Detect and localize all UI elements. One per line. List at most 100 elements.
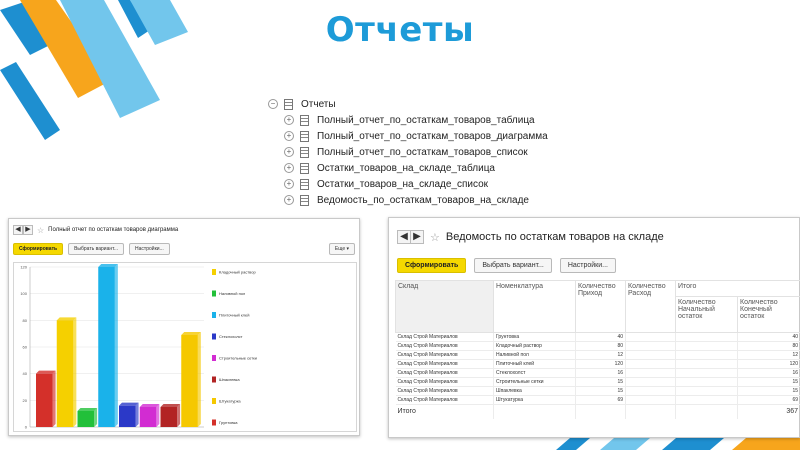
chart-report-window: ◀ ▶ ☆ Полный отчет по остаткам товаров д… (8, 218, 360, 436)
table-row[interactable]: Склад Строй Материалов Плиточный клей 120 1… (395, 359, 800, 369)
bar-side (94, 408, 98, 427)
warehouse-cell: Склад Строй Материалов (395, 341, 494, 351)
favorite-star-icon[interactable]: ☆ (430, 231, 440, 244)
table-row[interactable]: Склад Строй Материалов Стеклохолст 16 16 (395, 368, 800, 378)
statement-report-window: ◀ ▶ ☆ Ведомость по остаткам товаров на с… (388, 217, 800, 438)
expense-cell (625, 350, 676, 360)
back-arrow-icon[interactable]: ◀ (13, 225, 23, 235)
expense-cell (625, 341, 676, 351)
end-balance-cell: 69 (737, 395, 800, 405)
bar-top (119, 402, 139, 406)
window-header: ◀ ▶ ☆ Ведомость по остаткам товаров на с… (389, 218, 799, 256)
forward-arrow-icon[interactable]: ▶ (410, 230, 424, 244)
table-row[interactable]: Склад Строй Материалов Кладочный раствор 8… (395, 341, 800, 351)
bar-side (52, 370, 56, 427)
tree-item[interactable]: + Полный_отчет_по_остаткам_товаров_диагр… (268, 128, 548, 144)
generate-button[interactable]: Сформировать (397, 257, 467, 273)
y-tick-label: 0 (25, 425, 28, 430)
legend-swatch (212, 419, 216, 426)
table-body: Склад Строй Материалов Грунтовка 40 40 Склад… (395, 332, 800, 419)
legend-label: Стеклохолст (219, 334, 243, 339)
expense-cell (625, 386, 676, 396)
income-cell: 80 (575, 341, 626, 351)
total-value: 367 (737, 404, 800, 419)
empty-cell (675, 404, 738, 419)
end-balance-cell: 12 (737, 350, 800, 360)
favorite-star-icon[interactable]: ☆ (37, 226, 44, 235)
back-arrow-icon[interactable]: ◀ (397, 230, 411, 244)
bar (119, 405, 136, 427)
bar-side (197, 332, 201, 427)
report-icon (300, 178, 309, 190)
nomenclature-cell: Строительные сетки (493, 377, 576, 387)
column-header-total: Итого (675, 279, 800, 298)
tree-item-label: Полный_отчет_по_остаткам_товаров_таблица (317, 114, 535, 126)
expand-icon[interactable]: + (284, 179, 294, 189)
warehouse-cell: Склад Строй Материалов (395, 395, 494, 405)
total-label: Итого (395, 404, 494, 419)
income-cell: 69 (575, 395, 626, 405)
bar (98, 267, 115, 427)
end-balance-cell: 80 (737, 341, 800, 351)
column-header-warehouse: Склад (395, 280, 494, 333)
window-header: ◀ ▶ ☆ Полный отчет по остаткам товаров д… (9, 219, 359, 241)
warehouse-cell: Склад Строй Материалов (395, 359, 494, 369)
legend-label: Кладочный раствор (219, 270, 256, 275)
tree-item[interactable]: + Полный_отчет_по_остаткам_товаров_табли… (268, 112, 548, 128)
income-cell: 16 (575, 368, 626, 378)
legend-swatch (212, 290, 216, 297)
bar-top (36, 370, 56, 374)
tree-root[interactable]: − Отчеты (268, 96, 548, 112)
y-tick-label: 100 (20, 291, 27, 296)
expand-icon[interactable]: + (284, 163, 294, 173)
slide-title: Отчеты (325, 10, 475, 50)
tree-item[interactable]: + Полный_отчет_по_остаткам_товаров_списо… (268, 144, 548, 160)
end-balance-cell: 16 (737, 368, 800, 378)
tree-item[interactable]: + Остатки_товаров_на_складе_список (268, 176, 548, 192)
nomenclature-cell: Шпаклевка (493, 386, 576, 396)
expand-icon[interactable]: + (284, 131, 294, 141)
table-row[interactable]: Склад Строй Материалов Штукатурка 69 69 (395, 395, 800, 405)
nomenclature-cell: Кладочный раствор (493, 341, 576, 351)
expense-cell (625, 332, 676, 342)
end-balance-cell: 15 (737, 386, 800, 396)
bar-top (160, 404, 181, 407)
legend-swatch (212, 355, 216, 361)
column-header-end-balance: Количество Конечный остаток (737, 296, 800, 333)
table-row[interactable]: Склад Строй Материалов Наливной пол 12 12 (395, 350, 800, 360)
select-variant-button[interactable]: Выбрать вариант... (68, 243, 125, 255)
table-row[interactable]: Склад Строй Материалов Строительные сетки… (395, 377, 800, 387)
bar-side (73, 317, 77, 427)
bar (181, 335, 198, 427)
table-header-row: Склад Номенклатура Количество Приход Кол… (395, 279, 800, 333)
more-button[interactable]: Еще ▾ (328, 243, 355, 255)
column-header-expense: Количество Расход (625, 280, 676, 333)
bar-top (139, 404, 160, 407)
income-cell: 120 (575, 359, 626, 369)
bar (36, 373, 53, 427)
window-title: Полный отчет по остаткам товаров диаграм… (48, 227, 179, 233)
settings-button[interactable]: Настройки... (129, 243, 170, 255)
forward-arrow-icon[interactable]: ▶ (23, 225, 33, 235)
table-row[interactable]: Склад Строй Материалов Грунтовка 40 40 (395, 332, 800, 342)
tree-item-label: Остатки_товаров_на_складе_таблица (317, 162, 495, 174)
table-row[interactable]: Склад Строй Материалов Шпаклевка 15 15 (395, 386, 800, 396)
settings-button[interactable]: Настройки... (559, 257, 616, 273)
generate-button[interactable]: Сформировать (13, 243, 64, 255)
y-tick-label: 120 (20, 265, 27, 270)
expand-icon[interactable]: + (284, 147, 294, 157)
legend-swatch (212, 269, 216, 275)
expand-icon[interactable]: + (284, 115, 294, 125)
tree-item-label: Ведомость_по_остаткам_товаров_на_складе (317, 194, 529, 206)
tree-item[interactable]: + Ведомость_по_остаткам_товаров_на_склад… (268, 192, 548, 208)
expand-icon[interactable]: + (284, 195, 294, 205)
start-balance-cell (675, 395, 738, 405)
start-balance-cell (675, 341, 738, 351)
tree-item[interactable]: + Остатки_товаров_на_складе_таблица (268, 160, 548, 176)
report-icon (300, 146, 309, 158)
legend-label: Строительные сетки (219, 356, 257, 361)
y-tick-label: 40 (23, 371, 28, 376)
collapse-icon[interactable]: − (268, 99, 278, 109)
report-table: Склад Номенклатура Количество Приход Кол… (395, 279, 800, 419)
select-variant-button[interactable]: Выбрать вариант... (474, 257, 552, 273)
